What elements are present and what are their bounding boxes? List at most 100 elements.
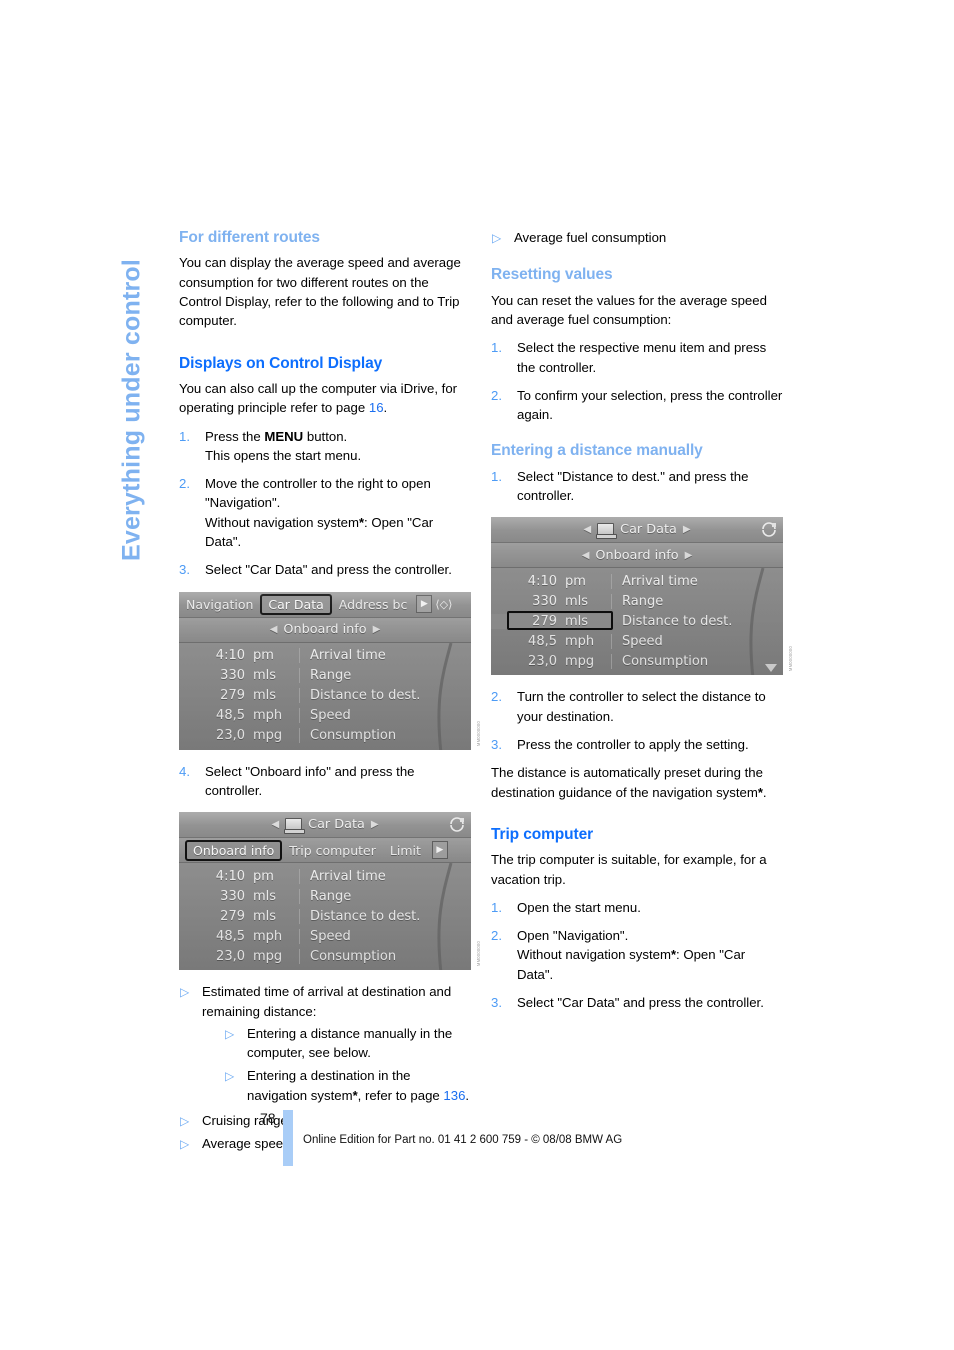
- row-value: 4:10: [527, 573, 557, 589]
- tab-limit[interactable]: Limit: [383, 843, 428, 858]
- manual-page: Everything under control For different r…: [0, 0, 954, 1350]
- row-unit: mls: [253, 668, 277, 684]
- tab-scroll-right-icon[interactable]: ▶: [431, 841, 448, 860]
- chevron-left-icon[interactable]: ◀: [270, 624, 278, 635]
- screenshot-subtitle-bar: ◀ Onboard info ▶: [179, 617, 471, 643]
- paragraph-text: You can also call up the computer via iD…: [179, 380, 458, 416]
- screenshot-title-car-data[interactable]: ◀ Car Data ▶: [271, 817, 379, 834]
- row-unit: mls: [253, 888, 277, 904]
- step-text-line2: This opens the start menu.: [205, 447, 362, 463]
- data-row[interactable]: 279 mls Distance to dest.: [179, 686, 471, 706]
- bullet-item-distance-manually: ▷ Entering a distance manually in the co…: [224, 1024, 471, 1063]
- paragraph-displays-idrive: You can also call up the computer via iD…: [179, 379, 471, 418]
- screenshot-topbar: ◀ Car Data ▶: [491, 517, 783, 544]
- row-unit: mls: [253, 688, 277, 704]
- bullet-item-eta: ▷ Estimated time of arrival at destinati…: [179, 982, 471, 1105]
- tab-onboard-info[interactable]: Onboard info: [185, 839, 283, 861]
- subtitle-onboard-info[interactable]: ◀ Onboard info ▶: [270, 622, 381, 637]
- data-row[interactable]: 4:10 pm Arrival time: [179, 866, 471, 886]
- row-unit: mpg: [253, 728, 283, 744]
- data-row[interactable]: 48,5 mph Speed: [179, 706, 471, 726]
- tab-address-book[interactable]: Address bc: [332, 597, 415, 612]
- tab-car-data[interactable]: Car Data: [260, 593, 332, 615]
- steps-trip-computer: 1. Open the start menu. 2. Open "Navigat…: [491, 898, 783, 1012]
- row-label: Speed: [611, 633, 783, 649]
- row-value: 330: [220, 888, 245, 904]
- step-number: 2.: [491, 689, 502, 705]
- steps-resetting: 1. Select the respective menu item and p…: [491, 338, 783, 424]
- steps-onboard-info: 4. Select "Onboard info" and press the c…: [179, 762, 471, 801]
- selection-highlight-box: [507, 611, 613, 631]
- heading-displays-on-control-display: Displays on Control Display: [179, 354, 383, 372]
- page-number: 78: [260, 1110, 276, 1126]
- data-row-selected[interactable]: 279 mls Distance to dest.: [491, 611, 783, 631]
- data-row[interactable]: 4:10 pm Arrival time: [491, 571, 783, 591]
- step-number: 1.: [491, 340, 502, 356]
- row-value: 279: [220, 908, 245, 924]
- page-footer: 78 Online Edition for Part no. 01 41 2 6…: [0, 1110, 954, 1180]
- data-row[interactable]: 23,0 mpg Consumption: [179, 726, 471, 746]
- page-link-136[interactable]: 136: [443, 1088, 465, 1103]
- screenshot-navigation-car-data: Navigation Car Data Address bc ▶ ⟨◇⟩ ◀ O…: [179, 591, 481, 750]
- data-row[interactable]: 279 mls Distance to dest.: [179, 906, 471, 926]
- data-row[interactable]: 48,5 mph Speed: [491, 631, 783, 651]
- row-label: Speed: [299, 928, 471, 944]
- row-label: Consumption: [299, 728, 471, 744]
- data-row[interactable]: 4:10 pm Arrival time: [179, 646, 471, 666]
- subtitle-onboard-info[interactable]: ◀ Onboard info ▶: [582, 548, 693, 563]
- step-number: 1.: [491, 899, 502, 915]
- screenshot-body: 4:10 pm Arrival time 330 mls Range 279 m…: [491, 568, 783, 676]
- row-unit: pm: [565, 573, 586, 589]
- menu-button-label: MENU: [264, 428, 304, 444]
- step-text: Open the start menu.: [517, 899, 641, 915]
- bullet-text-cont: , refer to page: [357, 1087, 444, 1103]
- row-unit: mpg: [565, 653, 595, 669]
- step-item: 1. Select the respective menu item and p…: [491, 338, 783, 377]
- triangle-bullet-icon: ▷: [225, 1069, 235, 1084]
- step-number: 4.: [179, 763, 190, 779]
- paragraph-distance-preset: The distance is automatically preset dur…: [491, 763, 783, 802]
- data-row[interactable]: 330 mls Range: [179, 886, 471, 906]
- tab-trip-computer[interactable]: Trip computer: [282, 843, 383, 858]
- chapter-tab-label: Everything under control: [117, 258, 146, 562]
- step-item: 2. Open "Navigation". Without navigation…: [491, 926, 783, 984]
- screenshot-title-car-data[interactable]: ◀ Car Data ▶: [583, 522, 691, 539]
- data-row[interactable]: 23,0 mpg Consumption: [179, 946, 471, 966]
- chevron-right-icon[interactable]: ▶: [371, 819, 379, 830]
- page-link-16[interactable]: 16: [369, 400, 384, 415]
- controller-rotate-icon: [448, 815, 466, 833]
- paragraph-text-end: .: [383, 400, 388, 416]
- step-item: 3. Select "Car Data" and press the contr…: [491, 993, 783, 1012]
- step-text: Press the: [205, 428, 265, 444]
- bullet-list-avg-fuel: ▷ Average fuel consumption: [491, 228, 783, 247]
- subtitle-label: Onboard info: [595, 547, 679, 563]
- bullet-item-destination-nav: ▷ Entering a destination in the navigati…: [224, 1066, 471, 1105]
- tab-scroll-right-icon[interactable]: ▶: [416, 595, 433, 614]
- step-text: Turn the controller to select the distan…: [517, 689, 766, 724]
- chevron-left-icon[interactable]: ◀: [582, 550, 590, 561]
- step-item: 1. Select "Distance to dest." and press …: [491, 467, 783, 506]
- row-label: Distance to dest.: [299, 908, 471, 924]
- data-row[interactable]: 330 mls Range: [491, 591, 783, 611]
- steps-displays: 1. Press the MENU button. This opens the…: [179, 427, 471, 580]
- step-number: 3.: [491, 995, 502, 1011]
- screenshot-subtitle-bar: ◀ Onboard info ▶: [491, 543, 783, 569]
- paragraph-trip-computer: The trip computer is suitable, for examp…: [491, 852, 767, 887]
- chevron-right-icon[interactable]: ▶: [373, 624, 381, 635]
- chevron-left-icon[interactable]: ◀: [583, 524, 591, 535]
- step-text: Select "Car Data" and press the controll…: [517, 995, 764, 1011]
- data-row[interactable]: 23,0 mpg Consumption: [491, 651, 783, 671]
- row-unit: mls: [565, 593, 589, 609]
- tab-navigation[interactable]: Navigation: [179, 597, 260, 612]
- chevron-right-icon[interactable]: ▶: [685, 550, 693, 561]
- triangle-bullet-icon: ▷: [492, 231, 502, 245]
- chevron-right-icon[interactable]: ▶: [683, 524, 691, 535]
- scroll-down-icon[interactable]: [765, 664, 777, 673]
- data-row[interactable]: 48,5 mph Speed: [179, 926, 471, 946]
- data-row[interactable]: 330 mls Range: [179, 666, 471, 686]
- row-label: Speed: [299, 708, 471, 724]
- chevron-left-icon[interactable]: ◀: [271, 819, 279, 830]
- row-value: 330: [532, 593, 557, 609]
- row-value: 279: [220, 688, 245, 704]
